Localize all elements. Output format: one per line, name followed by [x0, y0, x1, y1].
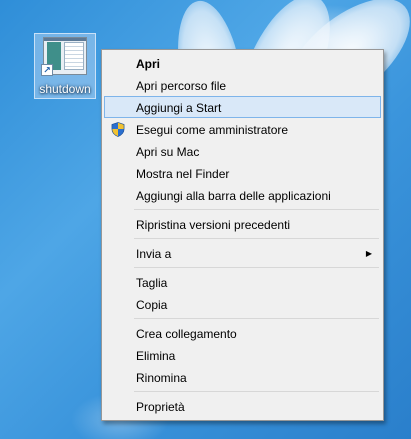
- desktop-icon-label: shutdown: [39, 82, 91, 96]
- menu-item-apri-percorso-file[interactable]: Apri percorso file: [104, 74, 381, 96]
- menu-item-aggiungi-a-start[interactable]: Aggiungi a Start: [104, 96, 381, 118]
- menu-separator: [134, 391, 379, 392]
- menu-item-label: Mostra nel Finder: [136, 167, 230, 181]
- menu-item-copia[interactable]: Copia: [104, 293, 381, 315]
- menu-item-label: Ripristina versioni precedenti: [136, 218, 291, 232]
- shortcut-arrow-icon: ↗: [41, 64, 53, 76]
- menu-item-esegui-come-amministratore[interactable]: Esegui come amministratore: [104, 118, 381, 140]
- menu-item-label: Aggiungi a Start: [136, 101, 222, 115]
- uac-shield-icon: [111, 122, 125, 137]
- menu-item-apri-su-mac[interactable]: Apri su Mac: [104, 140, 381, 162]
- menu-item-ripristina-versioni[interactable]: Ripristina versioni precedenti: [104, 213, 381, 235]
- menu-separator: [134, 318, 379, 319]
- menu-item-label: Invia a: [136, 247, 172, 261]
- menu-separator: [134, 267, 379, 268]
- menu-item-aggiungi-alla-barra[interactable]: Aggiungi alla barra delle applicazioni: [104, 184, 381, 206]
- menu-separator: [134, 209, 379, 210]
- menu-item-invia-a[interactable]: Invia a ▶: [104, 242, 381, 264]
- submenu-arrow-icon: ▶: [365, 249, 372, 258]
- menu-item-mostra-nel-finder[interactable]: Mostra nel Finder: [104, 162, 381, 184]
- desktop-shortcut-shutdown[interactable]: ↗ shutdown: [34, 33, 96, 99]
- menu-item-label: Esegui come amministratore: [136, 123, 289, 137]
- desktop-background: ↗ shutdown Apri Apri percorso file Aggiu…: [0, 0, 411, 439]
- menu-item-label: Apri percorso file: [136, 79, 227, 93]
- menu-item-label: Rinomina: [136, 371, 187, 385]
- menu-item-label: Copia: [136, 298, 168, 312]
- menu-item-label: Apri su Mac: [136, 145, 200, 159]
- menu-item-label: Taglia: [136, 276, 168, 290]
- menu-item-rinomina[interactable]: Rinomina: [104, 366, 381, 388]
- menu-item-label: Apri: [136, 57, 160, 71]
- menu-item-crea-collegamento[interactable]: Crea collegamento: [104, 322, 381, 344]
- menu-separator: [134, 238, 379, 239]
- menu-item-label: Crea collegamento: [136, 327, 237, 341]
- menu-item-taglia[interactable]: Taglia: [104, 271, 381, 293]
- menu-item-label: Elimina: [136, 349, 176, 363]
- menu-item-apri[interactable]: Apri: [104, 52, 381, 74]
- menu-item-elimina[interactable]: Elimina: [104, 344, 381, 366]
- menu-item-proprieta[interactable]: Proprietà: [104, 395, 381, 417]
- menu-item-label: Aggiungi alla barra delle applicazioni: [136, 189, 331, 203]
- context-menu: Apri Apri percorso file Aggiungi a Start…: [101, 49, 384, 421]
- menu-item-label: Proprietà: [136, 400, 185, 414]
